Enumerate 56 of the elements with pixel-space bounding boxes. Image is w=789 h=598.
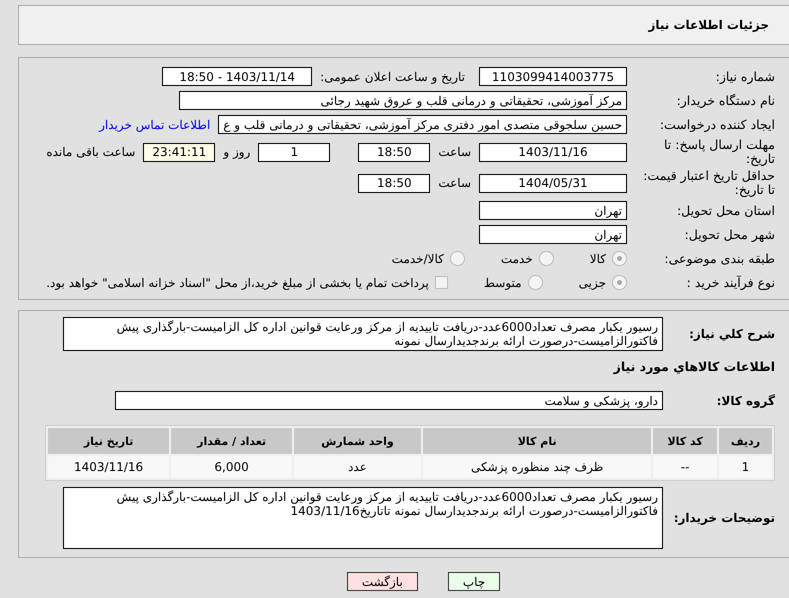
checkbox-label: پرداخت تمام یا بخشی از مبلغ خرید،از محل "اسناد خزانه اسلامی" خواهد بود. (46, 276, 429, 290)
radio-button[interactable] (538, 251, 554, 266)
option-label: کالا/خدمت (392, 252, 444, 266)
date-field: 1403/11/14 - 18:50 (162, 67, 312, 86)
field-label: ساعت (438, 145, 471, 159)
table-cell: -- (653, 456, 717, 478)
field-label: روز و (223, 145, 250, 159)
contact-link[interactable]: اطلاعات تماس خریدار (99, 118, 210, 132)
column-header: نام کالا (422, 428, 652, 454)
countdown-field: 23:41:11 (143, 142, 216, 162)
field-label: شهر محل تحویل: (684, 228, 775, 242)
notes-area: رسیور یکبار مصرف تعداد6000عدد-دریافت تاییدیه از مرکز ورعایت قوانین اداره کل الزامیست-بارگذاری پیش فاکتورالزامیست-درصورت ارائه برندجدیدارسال نمونه تاتاریخ1403/11/16 (63, 487, 663, 549)
radio-button[interactable] (612, 275, 627, 290)
field-label: ساعت (438, 176, 471, 190)
table-cell: ظرف چند منظوره پزشکی (422, 456, 652, 478)
field-label: تاریخ و ساعت اعلان عمومی: (320, 70, 465, 84)
column-header: تعداد / مقدار (171, 428, 292, 454)
table-cell: 1403/11/16 (48, 456, 170, 478)
checkbox[interactable] (434, 276, 448, 289)
field-label: طبقه بندی موضوعی: (663, 252, 775, 266)
date-field: 1403/11/16 (479, 142, 627, 162)
field-label: نام دستگاه خریدار: (676, 94, 775, 108)
table-cell: 6,000 (171, 456, 292, 478)
back-button[interactable]: بازگشت (346, 572, 418, 591)
number-field: 1103099414003775 (479, 67, 627, 86)
radio-button[interactable] (450, 251, 465, 266)
table-cell: عدد (294, 456, 421, 478)
section-heading: اطلاعات كالاهاي مورد نياز (612, 359, 775, 374)
field-label: شرح کلي نياز: (688, 326, 775, 342)
time-field: 18:50 (358, 174, 430, 192)
time-field: 18:50 (358, 142, 430, 162)
option-label: جزیی (578, 276, 606, 290)
field-label: شماره نیاز: (714, 70, 775, 84)
description-area: رسیور یکبار مصرف تعداد6000عدد-دریافت تاییدیه از مرکز ورعایت قوانین اداره کل الزامیست-بارگذاری پیش فاکتورالزامیست-درصورت ارائه برندجدیدارسال نمونه (63, 317, 663, 351)
field-label: توضیحات خریدار: (672, 510, 775, 526)
field-label: حداقل تاریخ اعتبار قیمت: تا تاریخ: (642, 169, 775, 197)
table-cell: 1 (718, 456, 772, 478)
column-header: کد کالا (653, 428, 717, 454)
days-field: 1 (258, 142, 330, 162)
date-field: 1404/05/31 (479, 174, 627, 192)
option-label: خدمت (500, 252, 533, 266)
column-header: واحد شمارش (294, 428, 421, 454)
field-label: نوع فرآیند خرید : (686, 276, 775, 290)
radio-button[interactable] (612, 251, 627, 266)
option-label: کالا (590, 252, 606, 266)
field-label: گروه کالا: (716, 392, 775, 408)
radio-button[interactable] (528, 275, 543, 290)
field-label: ایجاد کننده درخواست: (658, 118, 775, 132)
option-label: متوسط (484, 276, 522, 290)
column-header: تاریخ نیاز (48, 428, 170, 454)
column-header: ردیف (718, 428, 772, 454)
field-label: مهلت ارسال پاسخ: تا تاریخ: (663, 138, 775, 166)
field-label: ساعت باقی مانده (46, 145, 136, 159)
print-button[interactable]: چاپ (448, 572, 500, 591)
page-title: جزئیات اطلاعات نیاز (648, 18, 769, 32)
field-label: استان محل تحویل: (676, 204, 775, 218)
